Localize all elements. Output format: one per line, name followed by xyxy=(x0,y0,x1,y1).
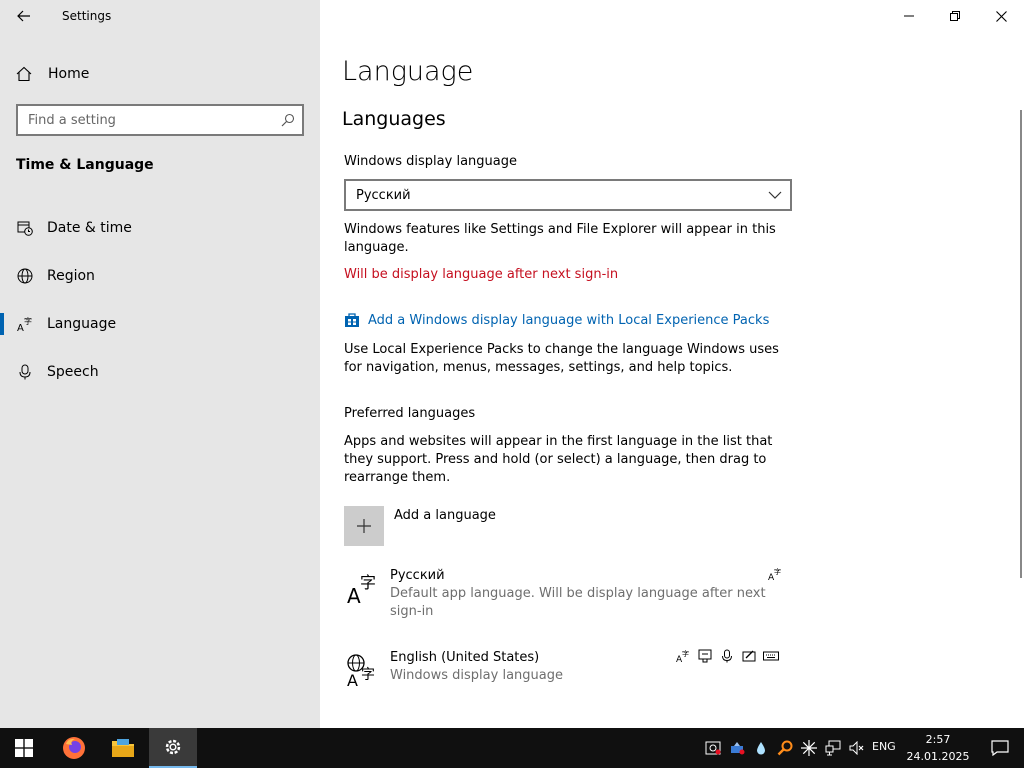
svg-text:字: 字 xyxy=(360,573,376,592)
snowflake-icon[interactable] xyxy=(798,728,820,768)
sidebar-item-label: Date & time xyxy=(47,220,132,236)
language-icon: A字 xyxy=(344,568,380,608)
chevron-down-icon xyxy=(768,191,782,199)
preferred-languages-description: Apps and websites will appear in the fir… xyxy=(344,434,773,485)
page-title: Language xyxy=(342,56,474,87)
back-button[interactable] xyxy=(0,0,48,32)
svg-text:A: A xyxy=(347,671,358,687)
sidebar-nav: Date & time Region A字 Language Speech xyxy=(0,204,320,396)
taskbar-firefox[interactable] xyxy=(50,728,98,768)
language-description: Windows display language xyxy=(390,668,563,683)
add-language-label: Add a language xyxy=(394,508,496,523)
sidebar-item-language[interactable]: A字 Language xyxy=(0,300,320,348)
settings-icon xyxy=(165,739,181,755)
window-title: Settings xyxy=(62,9,112,23)
clock[interactable]: 2:57 24.01.2025 xyxy=(904,731,972,765)
svg-text:A: A xyxy=(347,584,361,605)
search-box[interactable] xyxy=(16,104,304,136)
language-description: Default app language. Will be display la… xyxy=(390,586,766,619)
text-to-speech-icon xyxy=(694,648,716,664)
file-explorer-icon xyxy=(112,739,134,757)
search-input[interactable] xyxy=(18,106,274,134)
svg-text:字: 字 xyxy=(361,667,375,683)
clock-date: 24.01.2025 xyxy=(906,750,970,763)
sidebar-section-title: Time & Language xyxy=(16,157,154,173)
sidebar-item-speech[interactable]: Speech xyxy=(0,348,320,396)
display-language-dropdown[interactable]: Русский xyxy=(344,179,792,211)
language-icon: A字 xyxy=(16,316,34,332)
svg-text:字: 字 xyxy=(774,567,781,576)
language-name: Русский xyxy=(390,568,445,583)
keyboard-icon xyxy=(760,648,782,664)
taskbar-file-explorer[interactable] xyxy=(99,728,147,768)
preferred-languages-title: Preferred languages xyxy=(344,406,476,421)
taskbar: ENG 2:57 24.01.2025 xyxy=(0,728,1024,768)
input-language-indicator[interactable]: ENG xyxy=(872,740,896,753)
globe-language-icon: A字 xyxy=(344,650,380,690)
notification-icon xyxy=(991,740,1009,756)
display-language-icon: A字 xyxy=(672,648,694,664)
taskbar-settings[interactable] xyxy=(149,728,197,768)
display-language-warning: Will be display language after next sign… xyxy=(344,267,619,282)
sidebar-item-label: Language xyxy=(47,316,117,332)
lxp-description: Use Local Experience Packs to change the… xyxy=(344,342,779,375)
tray-app2-icon[interactable] xyxy=(726,728,748,768)
add-lxp-link[interactable]: Add a Windows display language with Loca… xyxy=(344,312,769,328)
add-lxp-link-label: Add a Windows display language with Loca… xyxy=(368,312,770,328)
dropdown-value: Русский xyxy=(356,187,411,203)
home-icon xyxy=(16,66,34,82)
sidebar-item-home[interactable]: Home xyxy=(0,56,320,92)
notification-center-button[interactable] xyxy=(976,728,1024,768)
firefox-icon xyxy=(63,737,85,759)
tray-app-icon[interactable] xyxy=(702,728,724,768)
english-features: A字 xyxy=(672,648,782,664)
sidebar-item-label: Speech xyxy=(47,364,99,380)
add-language-button[interactable]: Add a language xyxy=(344,506,496,546)
russian-features: A字 xyxy=(764,566,786,582)
microphone-icon xyxy=(16,364,34,380)
sidebar-item-date-time[interactable]: Date & time xyxy=(0,204,320,252)
svg-text:字: 字 xyxy=(24,316,32,326)
search-tool-icon[interactable] xyxy=(774,728,796,768)
volume-muted-icon[interactable] xyxy=(846,728,868,768)
sidebar-item-label: Home xyxy=(48,66,90,82)
sidebar: Settings Home Time & Language Date & tim… xyxy=(0,0,320,728)
section-heading-languages: Languages xyxy=(342,108,446,130)
search-icon[interactable] xyxy=(274,113,302,127)
calendar-clock-icon xyxy=(16,220,34,236)
scrollbar[interactable] xyxy=(1020,110,1022,578)
main-content: Language Languages Windows display langu… xyxy=(320,0,1024,728)
water-drop-icon[interactable] xyxy=(750,728,772,768)
display-language-icon: A字 xyxy=(764,566,786,582)
network-icon[interactable] xyxy=(822,728,844,768)
sidebar-item-region[interactable]: Region xyxy=(0,252,320,300)
globe-icon xyxy=(16,268,34,284)
language-item-russian[interactable]: A字 Русский Default app language. Will be… xyxy=(344,568,784,621)
display-language-description: Windows features like Settings and File … xyxy=(344,222,776,255)
back-arrow-icon xyxy=(17,10,30,22)
handwriting-icon xyxy=(738,648,760,664)
sidebar-item-label: Region xyxy=(47,268,95,284)
windows-start-icon xyxy=(15,739,33,757)
clock-time: 2:57 xyxy=(925,733,951,746)
start-button[interactable] xyxy=(0,728,48,768)
svg-text:字: 字 xyxy=(682,649,689,658)
store-icon xyxy=(344,312,360,328)
plus-icon xyxy=(344,506,384,546)
display-language-label: Windows display language xyxy=(344,154,517,169)
speech-recognition-icon xyxy=(716,648,738,664)
svg-text:A: A xyxy=(17,323,24,332)
